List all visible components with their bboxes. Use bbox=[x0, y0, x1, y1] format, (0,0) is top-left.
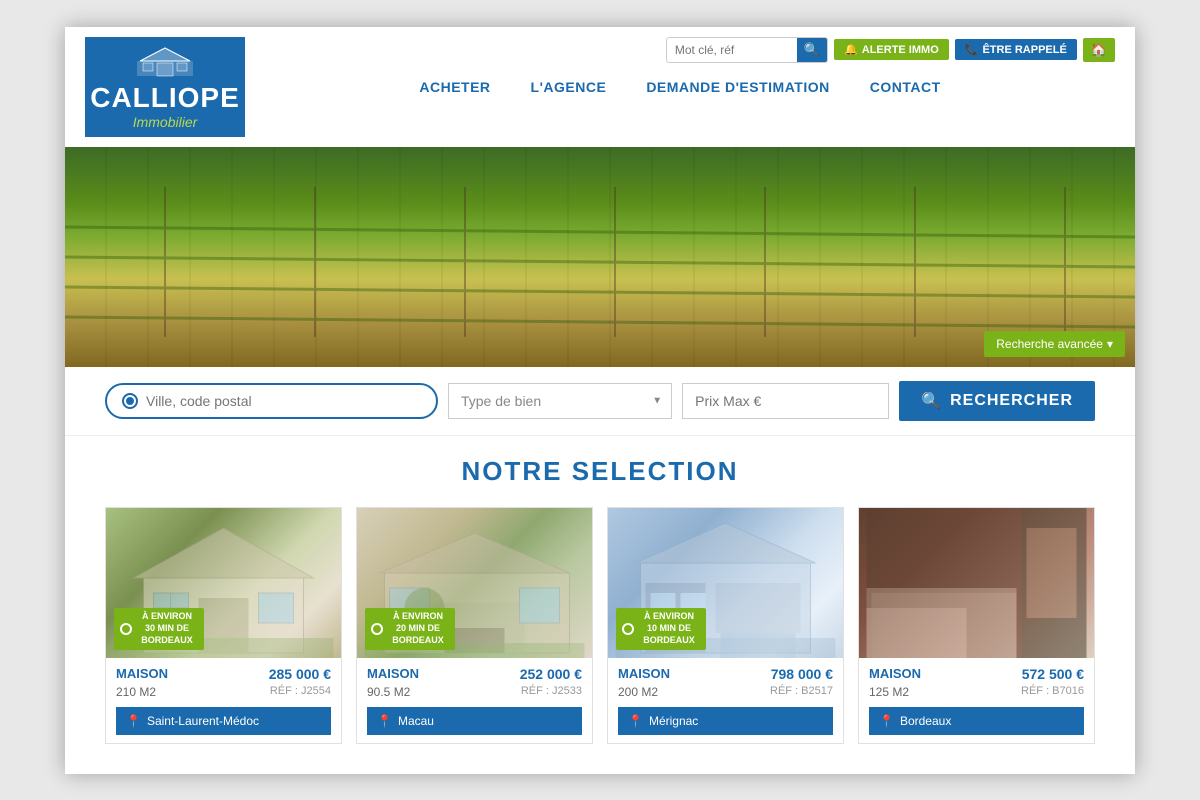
phone-icon: 📞 bbox=[965, 43, 979, 56]
property-info-1: MAISON 285 000 € 210 M2 RÉF : J2554 📍 Sa… bbox=[106, 658, 341, 743]
property-details-2: 90.5 M2 RÉF : J2533 bbox=[367, 685, 582, 699]
top-search-button[interactable]: 🔍 bbox=[797, 38, 827, 62]
property-size-3: 200 M2 bbox=[618, 685, 658, 699]
property-details-3: 200 M2 RÉF : B2517 bbox=[618, 685, 833, 699]
location-button-3[interactable]: 📍 Mérignac bbox=[618, 707, 833, 735]
distance-badge-3: À ENVIRON 10 MIN DE BORDEAUX bbox=[616, 608, 706, 649]
advanced-search-label: Recherche avancée bbox=[996, 337, 1103, 351]
logo-title: CALLIOPE bbox=[90, 82, 240, 114]
home-button[interactable]: 🏠 bbox=[1083, 38, 1115, 62]
property-type-3: MAISON bbox=[618, 666, 670, 681]
property-image-4 bbox=[859, 508, 1094, 658]
nav-acheter[interactable]: ACHETER bbox=[419, 79, 490, 95]
location-button-2[interactable]: 📍 Macau bbox=[367, 707, 582, 735]
distance-dot-icon-2 bbox=[371, 623, 383, 635]
property-ref-4: RÉF : B7016 bbox=[1021, 685, 1084, 699]
property-image-2: À ENVIRON 20 MIN DE BORDEAUX bbox=[357, 508, 592, 658]
property-info-4: MAISON 572 500 € 125 M2 RÉF : B7016 📍 Bo… bbox=[859, 658, 1094, 743]
location-search-wrapper bbox=[105, 383, 438, 419]
property-info-2: MAISON 252 000 € 90.5 M2 RÉF : J2533 📍 M… bbox=[357, 658, 592, 743]
top-search-input[interactable] bbox=[667, 39, 797, 61]
logo[interactable]: CALLIOPE Immobilier bbox=[85, 37, 245, 137]
pin-icon-1: 📍 bbox=[126, 714, 141, 728]
rechercher-button[interactable]: 🔍 RECHERCHER bbox=[899, 381, 1095, 421]
property-type-2: MAISON bbox=[367, 666, 419, 681]
location-text-3: Mérignac bbox=[649, 714, 698, 728]
distance-dot-icon-1 bbox=[120, 623, 132, 635]
search-icon: 🔍 bbox=[921, 391, 942, 411]
properties-grid: À ENVIRON 30 MIN DE BORDEAUX MAISON 285 … bbox=[105, 507, 1095, 744]
property-price-1: 285 000 € bbox=[269, 666, 331, 682]
property-card-1[interactable]: À ENVIRON 30 MIN DE BORDEAUX MAISON 285 … bbox=[105, 507, 342, 744]
distance-badge-1: À ENVIRON 30 MIN DE BORDEAUX bbox=[114, 608, 204, 649]
type-select-wrapper: Type de bien Maison Appartement Terrain … bbox=[448, 383, 672, 419]
property-image-3: À ENVIRON 10 MIN DE BORDEAUX bbox=[608, 508, 843, 658]
hero-section: Recherche avancée ▾ bbox=[65, 147, 1135, 367]
property-ref-3: RÉF : B2517 bbox=[770, 685, 833, 699]
nav-agence[interactable]: L'AGENCE bbox=[531, 79, 607, 95]
location-dot-inner bbox=[126, 397, 134, 405]
type-price-row-3: MAISON 798 000 € bbox=[618, 666, 833, 682]
property-type-4: MAISON bbox=[869, 666, 921, 681]
location-text-1: Saint-Laurent-Médoc bbox=[147, 714, 259, 728]
type-select[interactable]: Type de bien Maison Appartement Terrain … bbox=[448, 383, 672, 419]
alerte-label: ALERTE IMMO bbox=[862, 44, 939, 56]
property-details-4: 125 M2 RÉF : B7016 bbox=[869, 685, 1084, 699]
location-button-1[interactable]: 📍 Saint-Laurent-Médoc bbox=[116, 707, 331, 735]
nav-estimation[interactable]: DEMANDE D'ESTIMATION bbox=[646, 79, 829, 95]
property-ref-2: RÉF : J2533 bbox=[521, 685, 582, 699]
location-text-2: Macau bbox=[398, 714, 434, 728]
property-price-2: 252 000 € bbox=[520, 666, 582, 682]
property-card-4[interactable]: MAISON 572 500 € 125 M2 RÉF : B7016 📍 Bo… bbox=[858, 507, 1095, 744]
distance-dot-icon-3 bbox=[622, 623, 634, 635]
chevron-down-icon: ▾ bbox=[1107, 337, 1113, 351]
property-image-1: À ENVIRON 30 MIN DE BORDEAUX bbox=[106, 508, 341, 658]
alerte-immo-button[interactable]: 🔔 ALERTE IMMO bbox=[834, 39, 949, 60]
pin-icon-3: 📍 bbox=[628, 714, 643, 728]
distance-badge-2: À ENVIRON 20 MIN DE BORDEAUX bbox=[365, 608, 455, 649]
property-info-3: MAISON 798 000 € 200 M2 RÉF : B2517 📍 Mé… bbox=[608, 658, 843, 743]
property-card-3[interactable]: À ENVIRON 10 MIN DE BORDEAUX MAISON 798 … bbox=[607, 507, 844, 744]
logo-subtitle: Immobilier bbox=[133, 114, 198, 130]
rappel-label: ÊTRE RAPPELÉ bbox=[982, 44, 1066, 56]
home-icon: 🏠 bbox=[1091, 42, 1107, 57]
header-actions: 🔍 🔔 ALERTE IMMO 📞 ÊTRE RAPPELÉ 🏠 bbox=[666, 37, 1115, 63]
selection-section: NOTRE SELECTION bbox=[65, 436, 1135, 774]
property-card-2[interactable]: À ENVIRON 20 MIN DE BORDEAUX MAISON 252 … bbox=[356, 507, 593, 744]
nav-contact[interactable]: CONTACT bbox=[870, 79, 941, 95]
type-price-row-1: MAISON 285 000 € bbox=[116, 666, 331, 682]
property-price-3: 798 000 € bbox=[771, 666, 833, 682]
rechercher-label: RECHERCHER bbox=[950, 392, 1073, 410]
location-dot-icon bbox=[122, 393, 138, 409]
property-price-4: 572 500 € bbox=[1022, 666, 1084, 682]
location-input[interactable] bbox=[146, 393, 421, 409]
property-type-1: MAISON bbox=[116, 666, 168, 681]
search-icon: 🔍 bbox=[804, 42, 820, 57]
rappel-button[interactable]: 📞 ÊTRE RAPPELÉ bbox=[955, 39, 1077, 60]
bell-icon: 🔔 bbox=[844, 43, 858, 56]
location-text-4: Bordeaux bbox=[900, 714, 951, 728]
type-price-row-4: MAISON 572 500 € bbox=[869, 666, 1084, 682]
pin-icon-2: 📍 bbox=[377, 714, 392, 728]
top-search-box: 🔍 bbox=[666, 37, 828, 63]
pin-icon-4: 📍 bbox=[879, 714, 894, 728]
page-wrapper: CALLIOPE Immobilier ACHETER L'AGENCE DEM… bbox=[65, 27, 1135, 774]
property-details-1: 210 M2 RÉF : J2554 bbox=[116, 685, 331, 699]
property-ref-1: RÉF : J2554 bbox=[270, 685, 331, 699]
hero-background bbox=[65, 147, 1135, 367]
main-nav: ACHETER L'AGENCE DEMANDE D'ESTIMATION CO… bbox=[245, 79, 1115, 95]
advanced-search-button[interactable]: Recherche avancée ▾ bbox=[984, 331, 1125, 357]
location-button-4[interactable]: 📍 Bordeaux bbox=[869, 707, 1084, 735]
header: CALLIOPE Immobilier ACHETER L'AGENCE DEM… bbox=[65, 27, 1135, 147]
search-bar: Type de bien Maison Appartement Terrain … bbox=[65, 367, 1135, 436]
property-size-2: 90.5 M2 bbox=[367, 685, 410, 699]
section-title: NOTRE SELECTION bbox=[105, 456, 1095, 487]
property-size-4: 125 M2 bbox=[869, 685, 909, 699]
property-size-1: 210 M2 bbox=[116, 685, 156, 699]
prix-input[interactable] bbox=[682, 383, 889, 419]
type-price-row-2: MAISON 252 000 € bbox=[367, 666, 582, 682]
